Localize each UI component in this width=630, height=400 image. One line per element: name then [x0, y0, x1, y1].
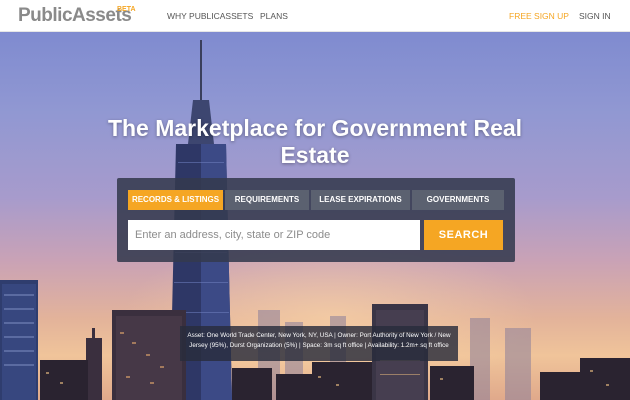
tab-governments[interactable]: GOVERNMENTS: [412, 190, 504, 210]
asset-caption: Asset: One World Trade Center, New York,…: [180, 326, 458, 361]
search-button[interactable]: SEARCH: [424, 220, 503, 250]
hero-headline: The Marketplace for Government Real Esta…: [107, 115, 523, 168]
search-input[interactable]: [128, 220, 420, 250]
nav-why-publicassets[interactable]: WHY PUBLICASSETS: [167, 11, 253, 21]
search-panel: RECORDS & LISTINGS REQUIREMENTS LEASE EX…: [117, 178, 515, 262]
beta-badge: BETA: [117, 6, 136, 13]
publicassets-logo[interactable]: PublicAssets: [18, 5, 132, 27]
nav-plans[interactable]: PLANS: [260, 11, 288, 21]
top-navbar: PublicAssets BETA WHY PUBLICASSETS PLANS…: [0, 0, 630, 32]
tab-requirements[interactable]: REQUIREMENTS: [225, 190, 309, 210]
sign-in-link[interactable]: SIGN IN: [579, 11, 611, 21]
free-signup-link[interactable]: FREE SIGN UP: [509, 11, 569, 21]
tab-records-listings[interactable]: RECORDS & LISTINGS: [128, 190, 223, 210]
logo-text-public: Public: [18, 5, 73, 26]
tab-lease-expirations[interactable]: LEASE EXPIRATIONS: [311, 190, 410, 210]
hero-section: The Marketplace for Government Real Esta…: [0, 32, 630, 400]
